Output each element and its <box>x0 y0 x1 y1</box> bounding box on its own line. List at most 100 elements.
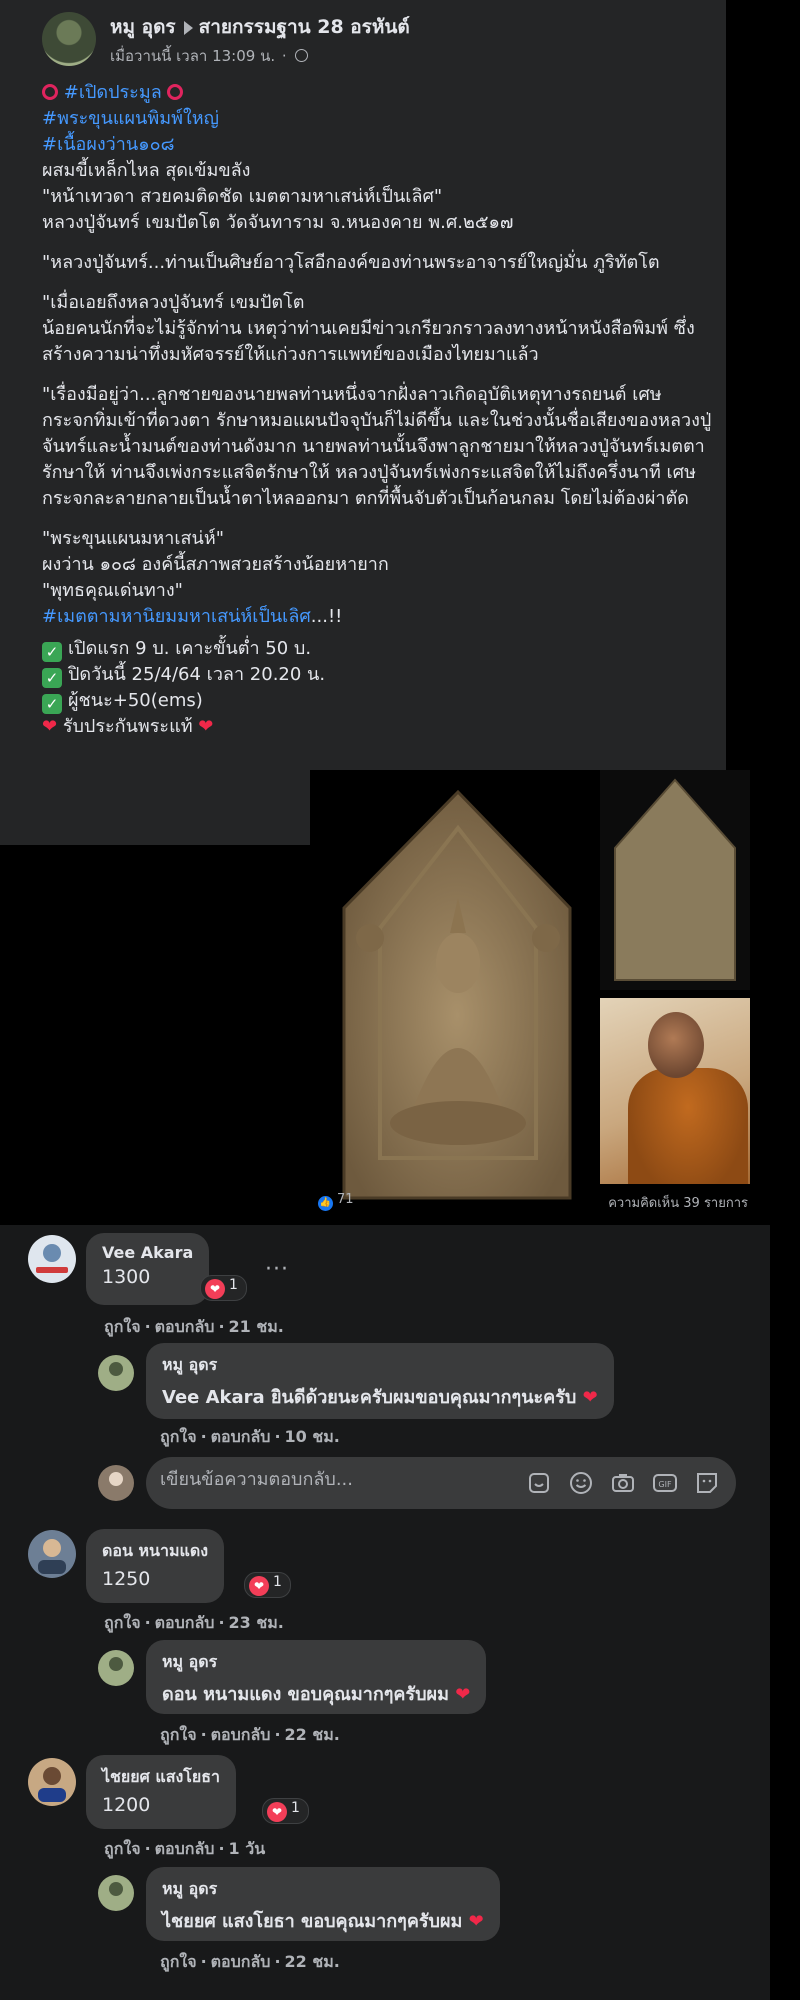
post-text: ผู้ชนะ+50(ems) <box>68 690 203 711</box>
amulet-front-photo[interactable] <box>330 788 585 1208</box>
reply-link[interactable]: ตอบกลับ <box>155 1839 215 1858</box>
heart-icon: ❤ <box>468 1911 484 1932</box>
author-name[interactable]: หมู อุดร <box>110 16 176 38</box>
reactions-bar: 👍 71 ความคิดเห็น 39 รายการ <box>318 1192 748 1211</box>
reply-link[interactable]: ตอบกลับ <box>155 1613 215 1632</box>
check-icon: ✓ <box>42 694 62 714</box>
monk-photo[interactable] <box>600 998 750 1184</box>
commenter-name[interactable]: ดอน หนามแดง <box>102 1539 208 1564</box>
heart-icon: ❤ <box>198 716 214 737</box>
emoji-icon[interactable] <box>568 1470 594 1496</box>
like-icon: 👍 <box>318 1196 333 1211</box>
more-options-icon[interactable]: ··· <box>265 1257 289 1282</box>
like-link[interactable]: ถูกใจ <box>160 1952 197 1971</box>
post-text: "พุทธคุณเด่นทาง" <box>42 580 183 601</box>
group-name[interactable]: สายกรรมฐาน 28 อรหันต์ <box>199 16 410 38</box>
reply-time[interactable]: 22 ชม. <box>285 1725 340 1744</box>
my-avatar[interactable] <box>98 1465 134 1501</box>
commenter-name[interactable]: Vee Akara <box>102 1243 193 1262</box>
comment-text: 1250 <box>102 1568 151 1590</box>
reply-link[interactable]: ตอบกลับ <box>211 1952 271 1971</box>
reply-bubble: หมู อุดร ไชยยศ แสงโยธา ขอบคุณมากๆครับผม … <box>146 1867 500 1941</box>
post-meta: เมื่อวานนี้ เวลา 13:09 น. · <box>110 44 309 68</box>
comment-reaction[interactable]: ❤ 1 <box>244 1572 291 1598</box>
amulet-back-photo[interactable] <box>600 770 750 990</box>
red-circle-icon <box>42 84 58 100</box>
reply-link[interactable]: ตอบกลับ <box>211 1427 271 1446</box>
comment-time[interactable]: 21 ชม. <box>229 1317 284 1336</box>
post-timestamp[interactable]: เมื่อวานนี้ เวลา 13:09 น. <box>110 47 275 65</box>
post-text: ...!! <box>310 606 343 627</box>
hashtag[interactable]: #เมตตามหานิยมมหาเสน่ห์เป็นเลิศ <box>42 606 311 627</box>
comment-actions: ถูกใจ · ตอบกลับ · 21 ชม. <box>104 1317 284 1336</box>
hashtag[interactable]: #เปิดประมูล <box>64 82 162 103</box>
comment-time[interactable]: 23 ชม. <box>229 1613 284 1632</box>
comment-reaction[interactable]: ❤ 1 <box>262 1798 309 1824</box>
comments-section: Vee Akara 1300 ❤ 1 ··· ถูกใจ · ตอบกลับ · 21 ช… <box>0 1225 770 2000</box>
comment-reaction[interactable]: ❤ 1 <box>200 1275 247 1301</box>
gif-icon[interactable]: GIF <box>652 1470 678 1496</box>
reply-bubble: หมู อุดร ดอน หนามแดง ขอบคุณมากๆครับผม ❤ <box>146 1640 487 1714</box>
replier-name[interactable]: หมู อุดร <box>162 1650 470 1675</box>
comment-text: 1200 <box>102 1794 151 1816</box>
commenter-avatar[interactable] <box>28 1758 76 1806</box>
comment-bubble: ไชยยศ แสงโยธา 1200 <box>86 1755 236 1829</box>
post-text: ผงว่าน ๑๐๘ องค์นี้สภาพสวยสร้างน้อยหายาก <box>42 554 389 575</box>
like-link[interactable]: ถูกใจ <box>104 1613 141 1632</box>
author-line: หมู อุดร สายกรรมฐาน 28 อรหันต์ <box>110 12 410 42</box>
heart-icon: ❤ <box>267 1802 287 1822</box>
commenter-name[interactable]: ไชยยศ แสงโยธา <box>102 1765 220 1790</box>
post-text: "เมื่อเอยถึงหลวงปู่จันทร์ เขมปัตโต <box>42 292 305 313</box>
post-text: "หน้าเทวดา สวยคมติดชัด เมตตามหาเสน่ห์เป็… <box>42 186 443 207</box>
heart-icon: ❤ <box>205 1279 225 1299</box>
commenter-avatar[interactable] <box>28 1235 76 1283</box>
hashtag[interactable]: #เนื้อผงว่าน๑๐๘ <box>42 132 712 158</box>
reply-time[interactable]: 10 ชม. <box>285 1427 340 1446</box>
post-text: ปิดวันนี้ 25/4/64 เวลา 20.20 น. <box>68 664 326 685</box>
post-text: หลวงปู่จันทร์ เขมปัตโต วัดจันทาราม จ.หนอ… <box>42 212 514 233</box>
like-link[interactable]: ถูกใจ <box>160 1725 197 1744</box>
post-text: น้อยคนนักที่จะไม่รู้จักท่าน เหตุว่าท่านเ… <box>42 318 695 365</box>
camera-icon[interactable] <box>610 1470 636 1496</box>
comment-actions: ถูกใจ · ตอบกลับ · 23 ชม. <box>104 1613 284 1632</box>
triangle-right-icon <box>183 20 193 35</box>
reply-link[interactable]: ตอบกลับ <box>211 1725 271 1744</box>
post-text: รับประกันพระแท้ <box>62 716 193 737</box>
comment-time[interactable]: 1 วัน <box>229 1839 266 1858</box>
like-link[interactable]: ถูกใจ <box>104 1839 141 1858</box>
comment-bubble: ดอน หนามแดง 1250 <box>86 1529 225 1603</box>
reply-input[interactable] <box>160 1469 510 1490</box>
heart-icon: ❤ <box>582 1387 598 1408</box>
replier-name[interactable]: หมู อุดร <box>162 1353 598 1378</box>
sticker-face-icon[interactable] <box>694 1470 720 1496</box>
replier-name[interactable]: หมู อุดร <box>162 1877 484 1902</box>
post-line-1: #เปิดประมูล <box>42 80 712 106</box>
reply-text: ไชยยศ แสงโยธา ขอบคุณมากๆครับผม ❤ <box>162 1911 484 1932</box>
post-text: "พระขุนแผนมหาเสน่ห์" <box>42 528 224 549</box>
comments-count[interactable]: ความคิดเห็น 39 รายการ <box>608 1192 748 1213</box>
reply-actions: ถูกใจ · ตอบกลับ · 10 ชม. <box>160 1427 340 1446</box>
like-link[interactable]: ถูกใจ <box>104 1317 141 1336</box>
heart-icon: ❤ <box>42 716 58 737</box>
sticker-icon[interactable] <box>526 1470 552 1496</box>
reply-bubble: หมู อุดร Vee Akara ยินดีด้วยนะครับผมขอบค… <box>146 1343 614 1419</box>
hashtag[interactable]: #พระขุนแผนพิมพ์ใหญ่ <box>42 106 712 132</box>
reply-text: Vee Akara ยินดีด้วยนะครับผมขอบคุณมากๆนะค… <box>162 1387 598 1408</box>
svg-text:GIF: GIF <box>658 1480 672 1489</box>
replier-avatar[interactable] <box>98 1650 134 1686</box>
check-icon: ✓ <box>42 668 62 688</box>
commenter-avatar[interactable] <box>28 1530 76 1578</box>
replier-avatar[interactable] <box>98 1875 134 1911</box>
like-count[interactable]: 71 <box>337 1192 354 1207</box>
like-link[interactable]: ถูกใจ <box>160 1427 197 1446</box>
reply-time[interactable]: 22 ชม. <box>285 1952 340 1971</box>
reply-actions: ถูกใจ · ตอบกลับ · 22 ชม. <box>160 1952 340 1971</box>
reply-text: ดอน หนามแดง ขอบคุณมากๆครับผม ❤ <box>162 1684 471 1705</box>
reply-link[interactable]: ตอบกลับ <box>155 1317 215 1336</box>
post-text: ผสมขี้เหล็กไหล สุดเข้มขลัง <box>42 160 251 181</box>
heart-icon: ❤ <box>249 1576 269 1596</box>
heart-icon: ❤ <box>455 1684 471 1705</box>
replier-avatar[interactable] <box>98 1355 134 1391</box>
author-avatar[interactable] <box>42 12 96 66</box>
post-text: "หลวงปู่จันทร์...ท่านเป็นศิษย์อาวุโสอีกอ… <box>42 252 660 273</box>
